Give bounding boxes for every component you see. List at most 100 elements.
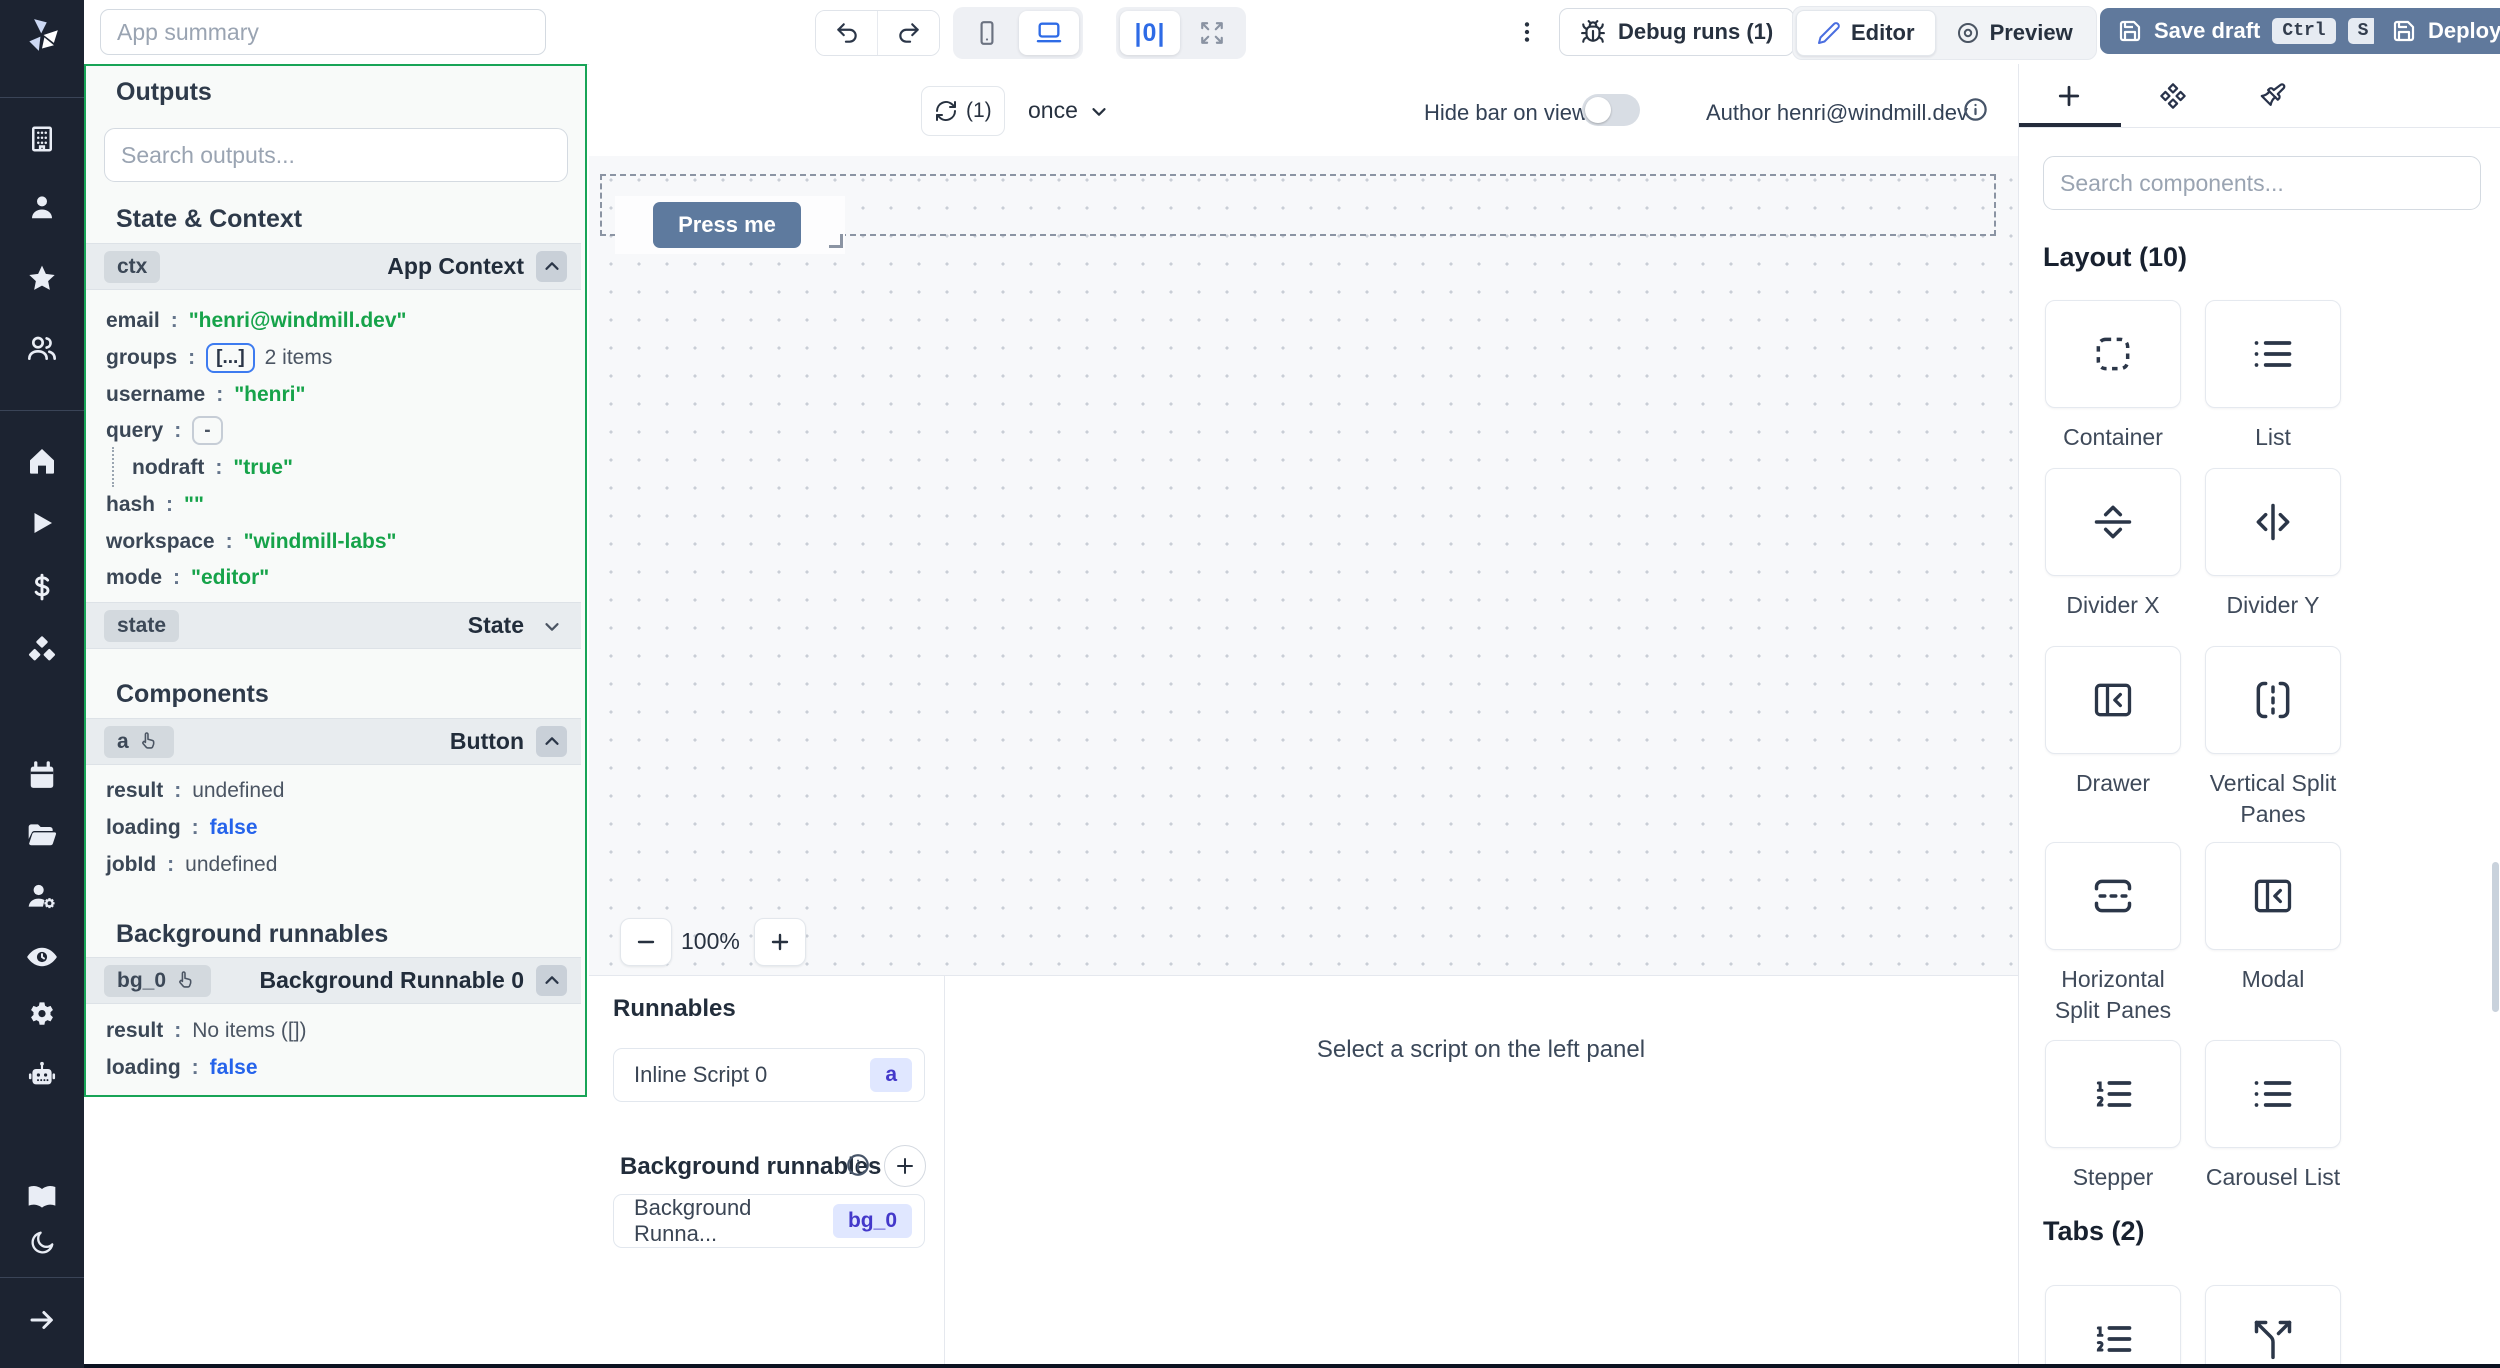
component-card-conditional-tabs[interactable]	[2205, 1285, 2341, 1368]
collapse-object-badge[interactable]: -	[192, 416, 222, 445]
undo-button[interactable]	[816, 11, 877, 55]
folder-open-icon[interactable]	[26, 819, 58, 851]
chevron-up-icon	[541, 731, 563, 753]
component-card-modal[interactable]	[2205, 842, 2341, 950]
component-card-drawer[interactable]	[2045, 646, 2181, 754]
component-card-container[interactable]	[2045, 300, 2181, 408]
more-menu-button[interactable]	[1505, 10, 1549, 54]
home-icon[interactable]	[26, 445, 58, 477]
bg0-row-result: result:No items ([])	[106, 1012, 307, 1049]
resize-handle[interactable]	[829, 234, 843, 248]
component-card-divider-x[interactable]	[2045, 468, 2181, 576]
eye-icon[interactable]	[25, 940, 59, 974]
deploy-button[interactable]: Deploy	[2374, 8, 2500, 54]
component-card-horizontal-split[interactable]	[2045, 842, 2181, 950]
book-open-icon[interactable]	[26, 1181, 58, 1213]
building-icon[interactable]	[27, 124, 57, 154]
components-panel-tabs	[2019, 64, 2500, 128]
component-a-row[interactable]: a Button	[86, 718, 581, 765]
refresh-button[interactable]: (1)	[921, 86, 1005, 136]
tab-component-settings[interactable]	[2123, 64, 2223, 127]
add-bg-runnable-button[interactable]	[884, 1145, 926, 1187]
star-icon[interactable]	[26, 263, 58, 295]
bg0-title: Background Runnable 0	[259, 967, 524, 994]
bg-runnable-badge: bg_0	[833, 1204, 912, 1238]
component-card-carousel-list[interactable]	[2205, 1040, 2341, 1148]
bg-runnable-item[interactable]: Background Runna... bg_0	[613, 1194, 925, 1248]
search-components-input[interactable]	[2043, 156, 2481, 210]
press-me-button[interactable]: Press me	[653, 202, 801, 248]
play-icon[interactable]	[27, 508, 57, 538]
desktop-view-button[interactable]	[1019, 11, 1079, 55]
hide-bar-toggle[interactable]	[1582, 94, 1640, 126]
moon-icon[interactable]	[28, 1229, 56, 1257]
component-card-divider-y[interactable]	[2205, 468, 2341, 576]
users-icon[interactable]	[26, 332, 58, 364]
state-row[interactable]: state State	[86, 602, 581, 649]
search-outputs-input[interactable]	[104, 128, 568, 182]
split-icon	[2251, 1317, 2295, 1361]
app-summary-input[interactable]	[100, 9, 546, 55]
author-info-icon[interactable]	[1962, 96, 1989, 123]
outputs-title: Outputs	[116, 78, 212, 107]
dollar-icon[interactable]	[27, 572, 57, 602]
laptop-icon	[1035, 19, 1063, 47]
redo-button[interactable]	[877, 11, 939, 55]
ctx-row[interactable]: ctx App Context	[86, 243, 581, 290]
expand-array-badge[interactable]: [...]	[206, 343, 255, 373]
bg0-row[interactable]: bg_0 Background Runnable 0	[86, 957, 581, 1004]
arrow-right-icon[interactable]	[27, 1305, 57, 1335]
boxes-icon[interactable]	[26, 634, 58, 666]
kbd-ctrl: Ctrl	[2272, 18, 2335, 44]
collapse-a-button[interactable]	[536, 726, 567, 757]
calendar-icon[interactable]	[27, 761, 57, 791]
component-card-stepper[interactable]	[2045, 1040, 2181, 1148]
plus-icon	[2054, 81, 2084, 111]
runnables-title: Runnables	[613, 995, 736, 1023]
mobile-view-button[interactable]	[957, 11, 1017, 55]
debug-runs-button[interactable]: Debug runs (1)	[1559, 8, 1794, 56]
tab-preview[interactable]: Preview	[1936, 11, 2093, 55]
drawer-icon	[2091, 678, 2135, 722]
robot-icon[interactable]	[26, 1059, 58, 1091]
save-draft-button[interactable]: Save draft Ctrl S	[2100, 8, 2396, 54]
windmill-logo-icon[interactable]	[23, 16, 61, 54]
stepper-icon	[2091, 1072, 2135, 1116]
center-canvas-button[interactable]: |0|	[1120, 11, 1180, 55]
component-card-vertical-split[interactable]	[2205, 646, 2341, 754]
full-width-button[interactable]	[1182, 11, 1242, 55]
collapse-ctx-button[interactable]	[536, 251, 567, 282]
chevron-down-icon	[1088, 100, 1110, 122]
inline-script-item[interactable]: Inline Script 0 a	[613, 1048, 925, 1102]
preview-eye-icon	[1956, 21, 1980, 45]
bg-runnables-info-icon[interactable]	[845, 1152, 871, 1178]
ctx-row-nodraft: nodraft:"true"	[132, 449, 293, 486]
tab-theme-styling[interactable]	[2223, 64, 2323, 127]
schedule-select[interactable]: once	[1028, 97, 1110, 124]
toggle-knob	[1585, 97, 1611, 123]
selected-container-outline[interactable]: Press me	[600, 174, 1996, 236]
panel-scrollbar[interactable]	[2492, 862, 2499, 1012]
component-diamond-icon	[2159, 82, 2187, 110]
zoom-out-button[interactable]	[620, 918, 672, 966]
state-row-title: State	[468, 612, 524, 639]
component-card-tabs[interactable]	[2045, 1285, 2181, 1368]
kebab-icon	[1514, 19, 1540, 45]
component-card-label: Drawer	[2038, 768, 2188, 799]
zoom-in-button[interactable]	[754, 918, 806, 966]
state-badge: state	[104, 610, 179, 642]
collapse-bg0-button[interactable]	[536, 965, 567, 996]
vertical-split-icon	[2251, 678, 2295, 722]
minus-icon	[634, 930, 658, 954]
pointer-hand-icon	[139, 731, 161, 753]
gear-icon[interactable]	[26, 1000, 58, 1032]
app-canvas[interactable]: Press me 100%	[589, 156, 2018, 975]
window-bottom-edge	[84, 1364, 2500, 1368]
users-cog-icon[interactable]	[26, 880, 58, 912]
tab-editor[interactable]: Editor	[1796, 10, 1936, 56]
user-icon[interactable]	[27, 192, 57, 222]
tab-insert-component[interactable]	[2019, 64, 2119, 127]
expand-state-button[interactable]	[536, 610, 567, 641]
ctx-row-title: App Context	[387, 253, 524, 280]
component-card-list[interactable]	[2205, 300, 2341, 408]
